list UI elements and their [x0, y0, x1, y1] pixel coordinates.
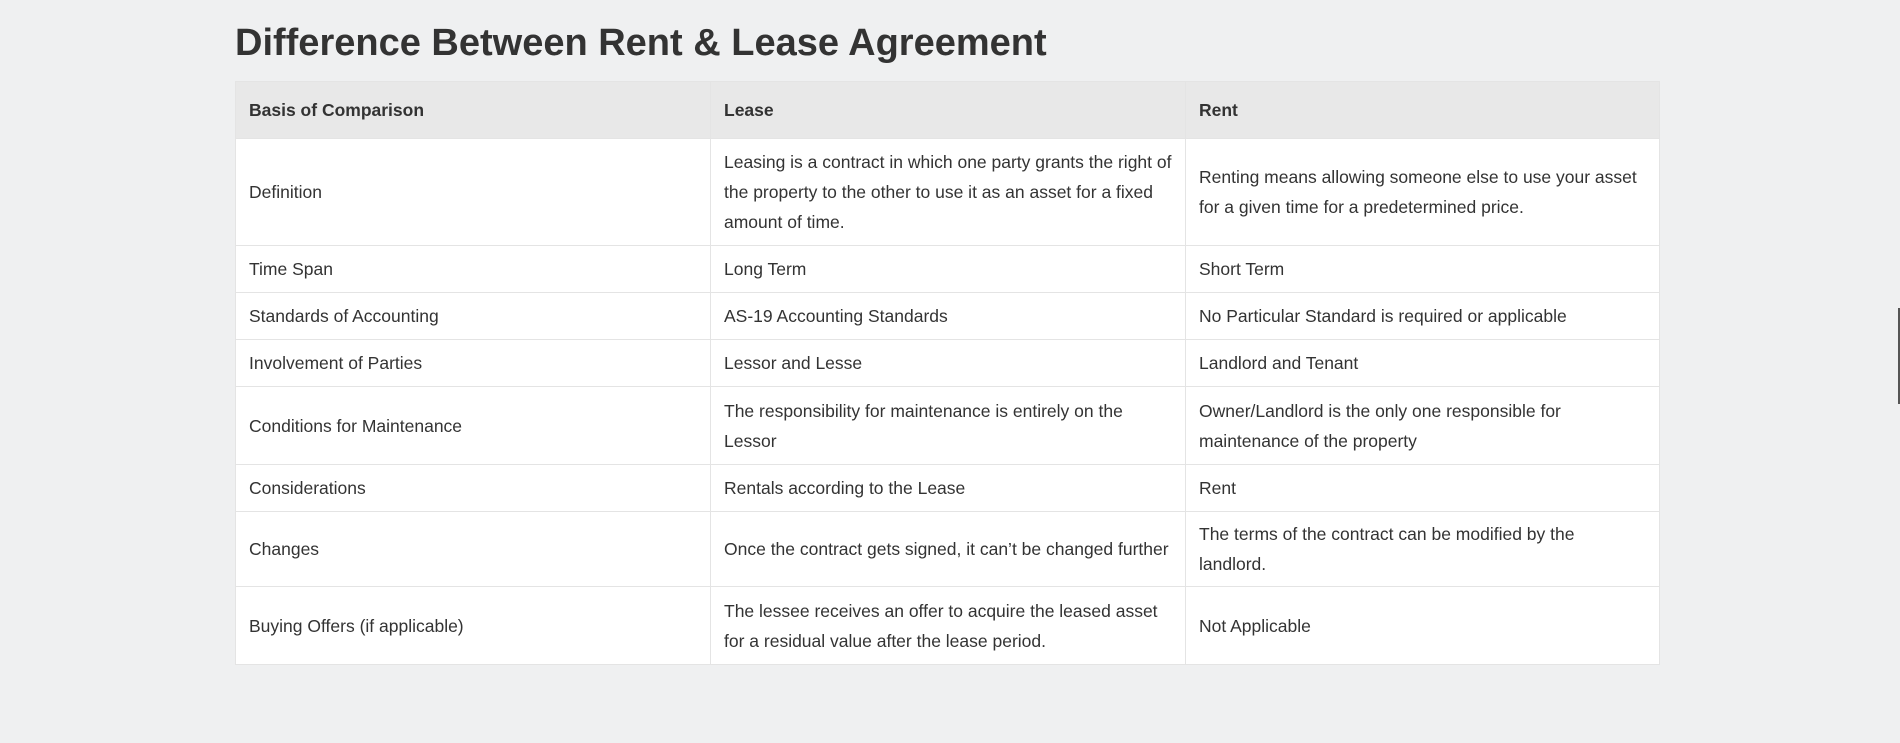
- lease-cell: Long Term: [710, 245, 1186, 293]
- table-row: Time Span Long Term Short Term: [235, 245, 1660, 293]
- lease-cell: The responsibility for maintenance is en…: [710, 386, 1186, 465]
- table-row: Considerations Rentals according to the …: [235, 464, 1660, 512]
- lease-cell: Lessor and Lesse: [710, 339, 1186, 387]
- lease-cell: Once the contract gets signed, it can’t …: [710, 511, 1186, 587]
- rent-cell: Landlord and Tenant: [1185, 339, 1660, 387]
- comparison-table: Basis of Comparison Lease Rent Definitio…: [235, 81, 1660, 665]
- table-row: Standards of Accounting AS-19 Accounting…: [235, 292, 1660, 340]
- basis-cell: Standards of Accounting: [235, 292, 711, 340]
- rent-cell: Renting means allowing someone else to u…: [1185, 138, 1660, 246]
- header-basis: Basis of Comparison: [235, 81, 711, 139]
- lease-cell: Leasing is a contract in which one party…: [710, 138, 1186, 246]
- basis-cell: Conditions for Maintenance: [235, 386, 711, 465]
- basis-cell: Involvement of Parties: [235, 339, 711, 387]
- header-lease: Lease: [710, 81, 1186, 139]
- table-row: Changes Once the contract gets signed, i…: [235, 511, 1660, 587]
- basis-cell: Time Span: [235, 245, 711, 293]
- rent-cell: Short Term: [1185, 245, 1660, 293]
- rent-cell: The terms of the contract can be modifie…: [1185, 511, 1660, 587]
- basis-cell: Definition: [235, 138, 711, 246]
- rent-cell: Not Applicable: [1185, 586, 1660, 665]
- rent-cell: No Particular Standard is required or ap…: [1185, 292, 1660, 340]
- basis-cell: Changes: [235, 511, 711, 587]
- basis-cell: Considerations: [235, 464, 711, 512]
- table-body: Definition Leasing is a contract in whic…: [235, 138, 1660, 665]
- rent-cell: Owner/Landlord is the only one responsib…: [1185, 386, 1660, 465]
- table-row: Involvement of Parties Lessor and Lesse …: [235, 339, 1660, 387]
- table-row: Conditions for Maintenance The responsib…: [235, 386, 1660, 465]
- lease-cell: The lessee receives an offer to acquire …: [710, 586, 1186, 665]
- lease-cell: Rentals according to the Lease: [710, 464, 1186, 512]
- table-header: Basis of Comparison Lease Rent: [235, 81, 1660, 139]
- page-title: Difference Between Rent & Lease Agreemen…: [235, 22, 1047, 64]
- header-rent: Rent: [1185, 81, 1660, 139]
- rent-cell: Rent: [1185, 464, 1660, 512]
- table-row: Definition Leasing is a contract in whic…: [235, 138, 1660, 246]
- header-row: Basis of Comparison Lease Rent: [235, 81, 1660, 139]
- lease-cell: AS-19 Accounting Standards: [710, 292, 1186, 340]
- table-row: Buying Offers (if applicable) The lessee…: [235, 586, 1660, 665]
- basis-cell: Buying Offers (if applicable): [235, 586, 711, 665]
